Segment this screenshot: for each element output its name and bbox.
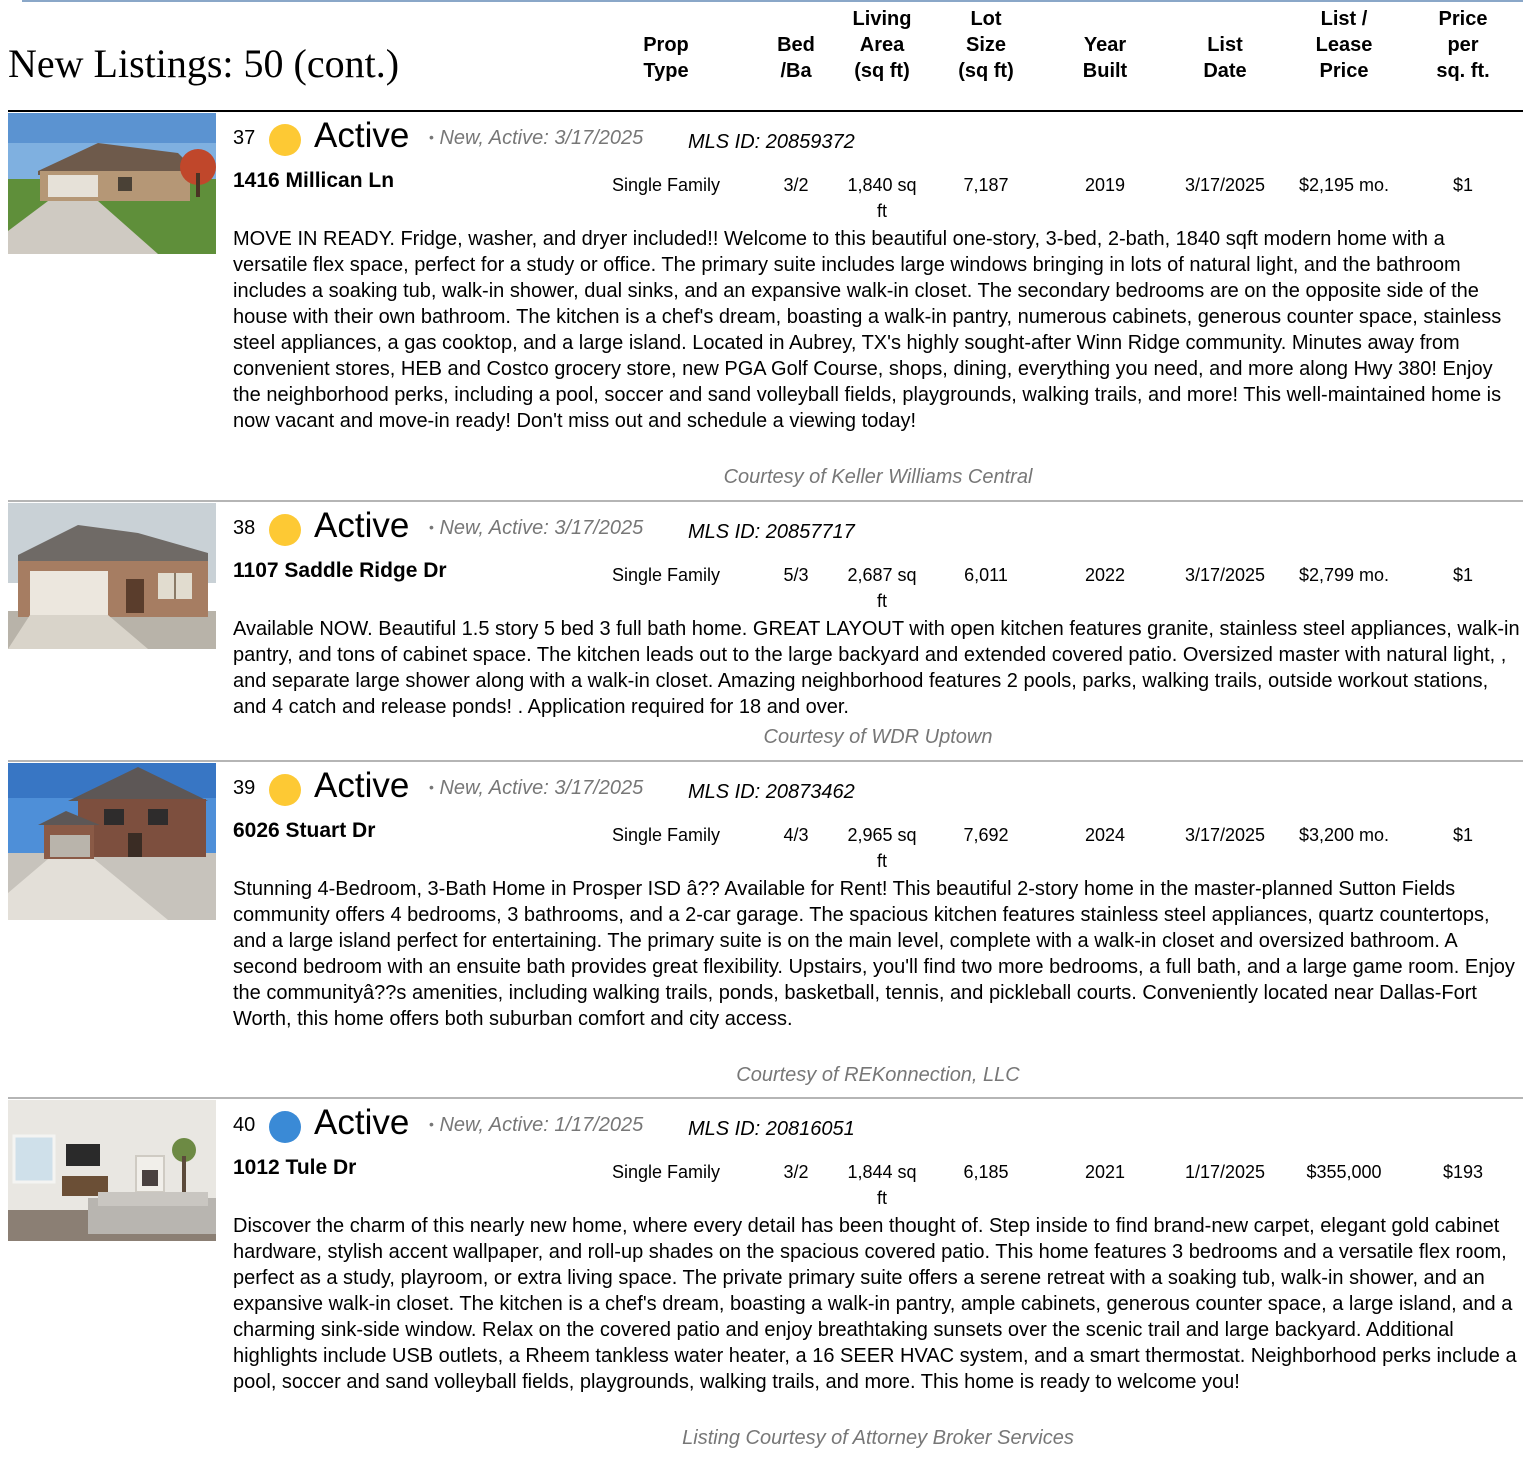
column-header-prop-type: Prop Type: [643, 34, 689, 82]
status-dot-icon: [269, 774, 301, 806]
list-date-value: 1/17/2025: [1184, 1162, 1266, 1182]
listing-card[interactable]: 40 Active • New, Active: 1/17/2025 MLS I…: [8, 1100, 1523, 1450]
status-dot-icon: [269, 124, 301, 156]
year-built-value: 2022: [1084, 565, 1126, 585]
page-title: New Listings: 50 (cont.): [8, 41, 400, 86]
new-active-note: • New, Active: 3/17/2025: [429, 517, 643, 540]
mls-id: MLS ID: 20859372: [688, 131, 855, 153]
status-dot-icon: [269, 1111, 301, 1143]
listing-number: 39: [233, 777, 256, 799]
new-active-text: New, Active: 3/17/2025: [439, 777, 644, 799]
price-value: $2,195 mo.: [1298, 175, 1390, 195]
living-area-value: 1,840 sq ft: [847, 175, 917, 221]
listing-description: Discover the charm of this nearly new ho…: [233, 1215, 1517, 1393]
listing-address[interactable]: 1107 Saddle Ridge Dr: [233, 559, 447, 583]
listing-card[interactable]: 38 Active • New, Active: 3/17/2025 MLS I…: [8, 503, 1523, 762]
bullet-icon: •: [429, 519, 434, 535]
brick-house-photo-icon: [8, 503, 216, 649]
listing-courtesy: Courtesy of WDR Uptown: [763, 726, 993, 748]
listing-courtesy: Courtesy of REKonnection, LLC: [736, 1064, 1020, 1086]
listing-description: Stunning 4-Bedroom, 3-Bath Home in Prosp…: [233, 878, 1515, 1030]
prop-type-value: Single Family: [611, 825, 721, 845]
listing-photo[interactable]: [8, 763, 216, 920]
lot-size-value: 7,692: [963, 825, 1009, 845]
list-date-value: 3/17/2025: [1184, 175, 1266, 195]
price-per-sqft-value: $193: [1442, 1162, 1484, 1182]
bullet-icon: •: [429, 779, 434, 795]
column-header-lot-size: Lot Size (sq ft): [958, 8, 1014, 82]
new-active-text: New, Active: 3/17/2025: [439, 517, 644, 539]
listing-number: 40: [233, 1114, 256, 1136]
listing-number: 37: [233, 127, 256, 149]
living-room-photo-icon: [8, 1100, 216, 1241]
list-date-value: 3/17/2025: [1184, 825, 1266, 845]
column-header-price-per-sqft: Price per sq. ft.: [1436, 8, 1490, 82]
mls-id: MLS ID: 20857717: [688, 521, 855, 543]
one-story-house-photo-icon: [8, 113, 216, 254]
bullet-icon: •: [429, 129, 434, 145]
mls-id: MLS ID: 20816051: [688, 1118, 855, 1140]
status-dot-icon: [269, 514, 301, 546]
listings-header: New Listings: 50 (cont.) Prop Type Bed /…: [8, 6, 1523, 112]
living-area-value: 2,965 sq ft: [847, 825, 917, 871]
price-value: $2,799 mo.: [1298, 565, 1390, 585]
listing-address[interactable]: 1012 Tule Dr: [233, 1156, 356, 1180]
listing-number: 38: [233, 517, 256, 539]
lot-size-value: 6,185: [963, 1162, 1009, 1182]
listing-courtesy: Listing Courtesy of Attorney Broker Serv…: [682, 1427, 1074, 1449]
listing-photo[interactable]: [8, 1100, 216, 1241]
listing-photo[interactable]: [8, 503, 216, 649]
year-built-value: 2024: [1084, 825, 1126, 845]
listing-photo[interactable]: [8, 113, 216, 254]
prop-type-value: Single Family: [611, 175, 721, 195]
prop-type-value: Single Family: [611, 565, 721, 585]
price-value: $3,200 mo.: [1298, 825, 1390, 845]
top-rule: [22, 0, 1523, 2]
new-active-text: New, Active: 3/17/2025: [439, 127, 644, 149]
year-built-value: 2021: [1084, 1162, 1126, 1182]
lot-size-value: 7,187: [963, 175, 1009, 195]
status-label: Active: [314, 506, 410, 545]
price-per-sqft-value: $1: [1452, 825, 1474, 845]
bullet-icon: •: [429, 1116, 434, 1132]
price-value: $355,000: [1306, 1162, 1382, 1182]
column-header-price: List / Lease Price: [1315, 8, 1373, 82]
new-active-note: • New, Active: 1/17/2025: [429, 1114, 643, 1137]
status-label: Active: [314, 766, 410, 805]
column-header-living-area: Living Area (sq ft): [852, 8, 912, 82]
prop-type-value: Single Family: [611, 1162, 721, 1182]
listing-address[interactable]: 6026 Stuart Dr: [233, 819, 375, 843]
price-per-sqft-value: $1: [1452, 175, 1474, 195]
new-active-note: • New, Active: 3/17/2025: [429, 127, 643, 150]
living-area-value: 1,844 sq ft: [847, 1162, 917, 1208]
new-active-text: New, Active: 1/17/2025: [439, 1114, 644, 1136]
living-area-value: 2,687 sq ft: [847, 565, 917, 611]
listing-description: Available NOW. Beautiful 1.5 story 5 bed…: [233, 618, 1520, 718]
listing-card[interactable]: 37 Active • New, Active: 3/17/2025 MLS I…: [8, 113, 1523, 502]
new-active-note: • New, Active: 3/17/2025: [429, 777, 643, 800]
status-label: Active: [314, 1103, 410, 1142]
listing-courtesy: Courtesy of Keller Williams Central: [723, 466, 1033, 488]
listing-description: MOVE IN READY. Fridge, washer, and dryer…: [233, 228, 1502, 432]
list-date-value: 3/17/2025: [1184, 565, 1266, 585]
two-story-house-photo-icon: [8, 763, 216, 920]
column-header-year-built: Year Built: [1082, 34, 1128, 82]
price-per-sqft-value: $1: [1452, 565, 1474, 585]
lot-size-value: 6,011: [964, 565, 1008, 585]
listing-card[interactable]: 39 Active • New, Active: 3/17/2025 MLS I…: [8, 763, 1523, 1099]
listing-address[interactable]: 1416 Millican Ln: [233, 169, 394, 193]
year-built-value: 2019: [1084, 175, 1126, 195]
column-header-list-date: List Date: [1203, 34, 1247, 82]
mls-id: MLS ID: 20873462: [688, 781, 855, 803]
status-label: Active: [314, 116, 410, 155]
